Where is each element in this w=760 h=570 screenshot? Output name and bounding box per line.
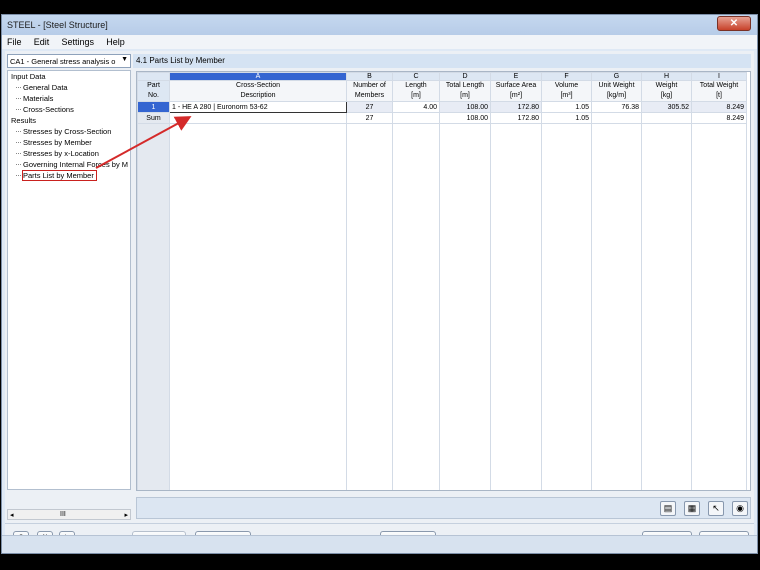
table-row-sum[interactable]: Sum 27 108.00 172.80 1.05 8.249	[137, 112, 747, 124]
tree-cross-sections[interactable]: Cross-Sections	[8, 104, 130, 115]
cell-surface-area[interactable]: 172.80	[490, 101, 542, 113]
column-letter-c[interactable]: C	[392, 72, 440, 81]
tree-materials[interactable]: Materials	[8, 93, 130, 104]
print-icon[interactable]: ▦	[684, 501, 700, 516]
navigator-tree: Input Data General Data Materials Cross-…	[7, 70, 131, 490]
tree-stresses-member[interactable]: Stresses by Member	[8, 137, 130, 148]
cell-sum-weight[interactable]	[641, 112, 692, 124]
status-bar	[2, 535, 757, 553]
cell-sum-total-weight[interactable]: 8.249	[691, 112, 747, 124]
title-bar: STEEL - [Steel Structure] ✕	[2, 15, 757, 35]
corner-cell	[137, 72, 170, 81]
cell-unit-weight[interactable]: 76.38	[591, 101, 642, 113]
column-letter-e[interactable]: E	[490, 72, 542, 81]
cell-total-length[interactable]: 108.00	[439, 101, 491, 113]
row-header-1[interactable]: 1	[137, 101, 170, 113]
cell-sum-unit-weight[interactable]	[591, 112, 642, 124]
header-cross-section: Cross-Section Description	[169, 80, 347, 102]
tree-parts-list-item[interactable]: Parts List by Member	[8, 170, 130, 181]
table-toolbar: ▤ ▦ ↖ ◉	[136, 497, 751, 519]
cell-cross-section[interactable]: 1 - HE A 280 | Euronorm 53-62	[169, 101, 347, 113]
chevron-down-icon[interactable]: ▼	[121, 56, 128, 63]
menu-help[interactable]: Help	[101, 35, 130, 49]
menu-edit[interactable]: Edit	[29, 35, 55, 49]
column-letter-i[interactable]: I	[691, 72, 747, 81]
menu-bar: File Edit Settings Help	[2, 35, 757, 49]
cell-length[interactable]: 4.00	[392, 101, 440, 113]
cell-sum-volume[interactable]: 1.05	[541, 112, 592, 124]
menu-settings[interactable]: Settings	[57, 35, 100, 49]
results-table: A B C D E F G H I Part No. Cross-Section D…	[136, 71, 751, 491]
cell-weight[interactable]: 305.52	[641, 101, 692, 113]
row-header-sum[interactable]: Sum	[137, 112, 170, 124]
column-letter-d[interactable]: D	[439, 72, 491, 81]
header-surface-area: Surface Area [m²]	[490, 80, 542, 102]
header-part-no: Part No.	[137, 80, 170, 102]
load-case-select[interactable]: CA1 - General stress analysis o ▼	[7, 54, 131, 68]
header-volume: Volume [m³]	[541, 80, 592, 102]
column-letter-f[interactable]: F	[541, 72, 592, 81]
header-number-members: Number of Members	[346, 80, 393, 102]
parts-table: A B C D E F G H I Part No. Cross-Section D…	[137, 72, 747, 490]
cell-sum-cross-section[interactable]	[169, 112, 347, 124]
tree-general-data[interactable]: General Data	[8, 82, 130, 93]
column-letter-a[interactable]: A	[169, 72, 347, 81]
tree-parts-list-label[interactable]: Parts List by Member	[22, 170, 97, 181]
window-title: STEEL - [Steel Structure]	[7, 20, 108, 30]
tree-governing-forces[interactable]: Governing Internal Forces by M	[8, 159, 130, 170]
column-letter-h[interactable]: H	[641, 72, 692, 81]
tree-stresses-cross-section[interactable]: Stresses by Cross-Section	[8, 126, 130, 137]
cell-sum-surface-area[interactable]: 172.80	[490, 112, 542, 124]
header-weight: Weight [kg]	[641, 80, 692, 102]
table-empty-area	[137, 123, 747, 490]
header-total-weight: Total Weight [t]	[691, 80, 747, 102]
tree-input-data[interactable]: Input Data	[8, 71, 130, 82]
table-row[interactable]: 1 1 - HE A 280 | Euronorm 53-62 27 4.00 …	[137, 101, 747, 113]
main-window: STEEL - [Steel Structure] ✕ File Edit Se…	[1, 14, 758, 554]
header-length: Length [m]	[392, 80, 440, 102]
scroll-left-icon[interactable]: ◂	[10, 511, 14, 519]
tree-stresses-x-location[interactable]: Stresses by x-Location	[8, 148, 130, 159]
column-letter-b[interactable]: B	[346, 72, 393, 81]
row-header-filler	[137, 123, 170, 490]
cell-volume[interactable]: 1.05	[541, 101, 592, 113]
panel-title: 4.1 Parts List by Member	[133, 54, 751, 68]
cell-sum-length[interactable]	[392, 112, 440, 124]
header-total-length: Total Length [m]	[439, 80, 491, 102]
excel-export-icon[interactable]: ▤	[660, 501, 676, 516]
scroll-thumb[interactable]: III	[60, 511, 66, 518]
cell-total-weight[interactable]: 8.249	[691, 101, 747, 113]
close-button[interactable]: ✕	[717, 16, 751, 31]
view-icon[interactable]: ◉	[732, 501, 748, 516]
cell-sum-members[interactable]: 27	[346, 112, 393, 124]
scroll-right-icon[interactable]: ▸	[124, 511, 128, 519]
load-case-value: CA1 - General stress analysis o	[10, 57, 116, 66]
cell-sum-total-length[interactable]: 108.00	[439, 112, 491, 124]
menu-file[interactable]: File	[2, 35, 27, 49]
navigator-scrollbar[interactable]: ◂ III ▸	[7, 509, 131, 520]
select-member-icon[interactable]: ↖	[708, 501, 724, 516]
client-area: CA1 - General stress analysis o ▼ Input …	[5, 51, 754, 549]
cell-members[interactable]: 27	[346, 101, 393, 113]
column-letter-g[interactable]: G	[591, 72, 642, 81]
tree-results[interactable]: Results	[8, 115, 130, 126]
header-unit-weight: Unit Weight [kg/m]	[591, 80, 642, 102]
